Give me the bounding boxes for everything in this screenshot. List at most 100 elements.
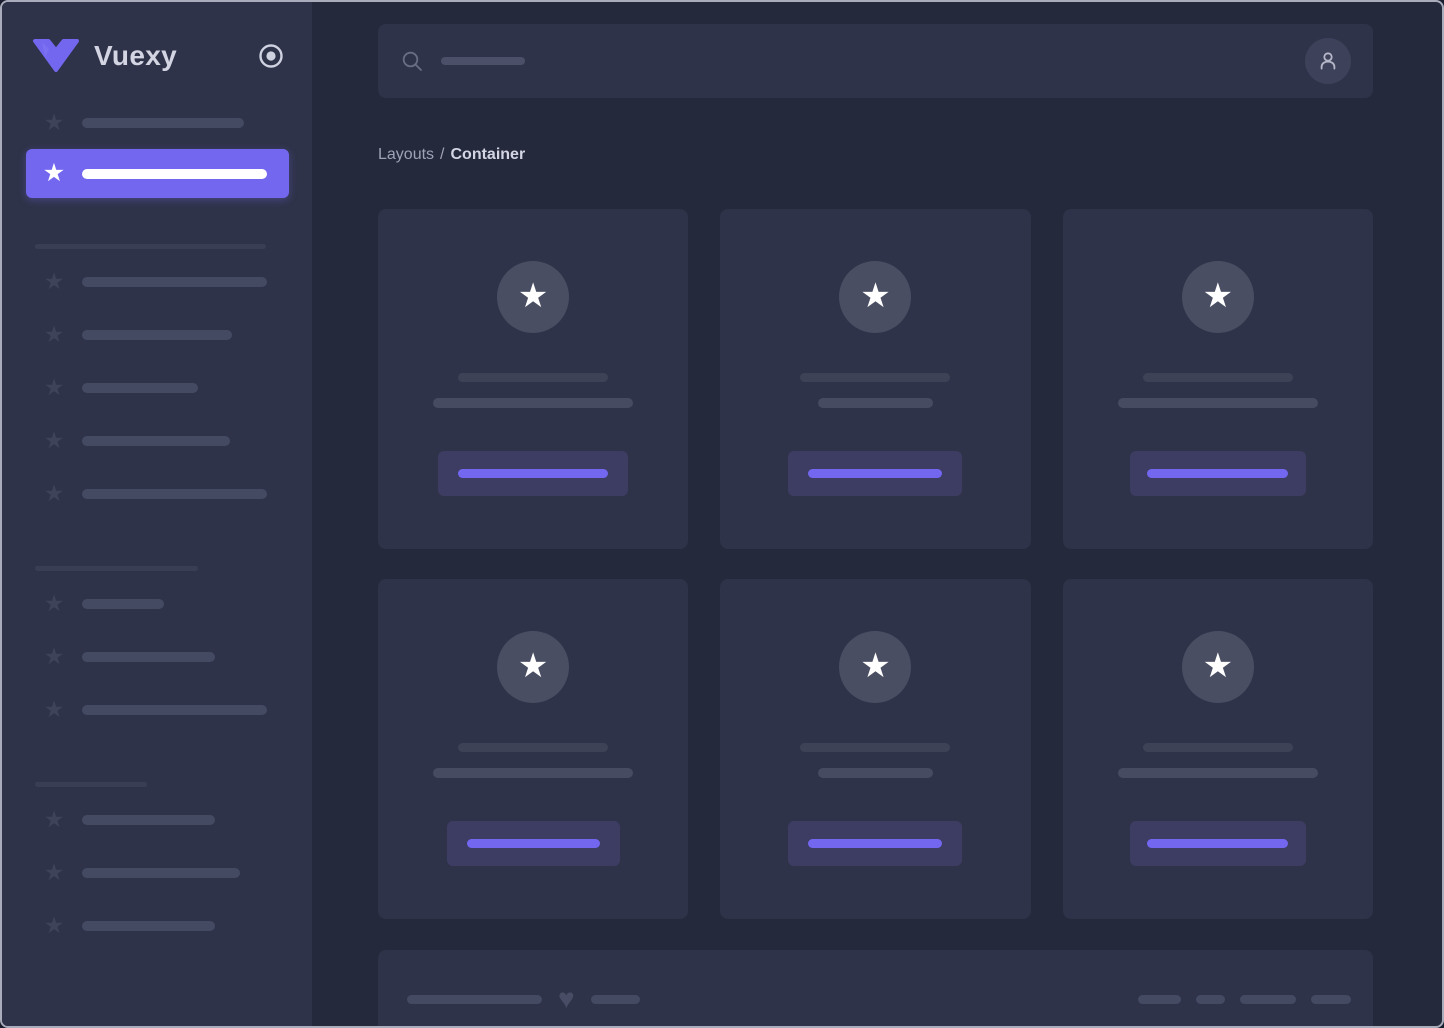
menu-item-bar: [82, 382, 198, 393]
sidebar-item[interactable]: ★: [26, 793, 289, 846]
card: ★: [378, 209, 689, 549]
sidebar-group: ★ ★ ★: [26, 566, 289, 736]
star-icon: ★: [43, 480, 65, 506]
card-button-placeholder[interactable]: [788, 821, 963, 866]
sidebar-item[interactable]: ★: [26, 846, 289, 899]
card-button-placeholder[interactable]: [788, 451, 963, 496]
sidebar-item[interactable]: ★: [26, 630, 289, 683]
star-icon: ★: [42, 159, 66, 187]
menu-item-bar: [82, 488, 267, 499]
footer-bar: [1311, 994, 1351, 1004]
breadcrumb: Layouts / Container: [378, 145, 1373, 165]
star-icon: ★: [43, 696, 65, 722]
user-avatar[interactable]: [1305, 38, 1351, 84]
menu-item-bar: [82, 435, 230, 446]
star-icon: ★: [43, 806, 65, 832]
card-line-1: [1142, 373, 1293, 382]
card-line-2: [433, 768, 634, 778]
menu-item-bar: [82, 814, 215, 825]
menu-item-bar: [82, 651, 215, 662]
sidebar-item-active[interactable]: ★: [26, 149, 289, 198]
sidebar-item[interactable]: ★: [26, 414, 289, 467]
logo[interactable]: Vuexy: [32, 38, 177, 73]
logo-icon: [33, 39, 79, 72]
sidebar-item[interactable]: ★: [26, 96, 289, 149]
card-avatar: ★: [839, 261, 912, 333]
sidebar: Vuexy ★ ★ ★ ★ ★ ★ ★ ★ ★ ★ ★ ★ ★: [2, 2, 312, 1026]
menu-pin-toggle[interactable]: [258, 43, 284, 69]
menu-item-bar: [82, 598, 164, 609]
footer-bar: [590, 994, 640, 1004]
card-button-placeholder[interactable]: [1129, 451, 1306, 496]
card-line-1: [800, 743, 951, 752]
footer-bar: [1240, 994, 1296, 1004]
sidebar-item[interactable]: ★: [26, 899, 289, 952]
star-icon: ★: [1202, 276, 1234, 315]
star-icon: ★: [43, 109, 65, 135]
footer-bar: [1138, 994, 1181, 1004]
footer-bar: [407, 994, 542, 1004]
button-label-bar: [808, 469, 943, 478]
search-input[interactable]: [401, 50, 1305, 73]
cards-grid: ★ ★ ★ ★ ★ ★: [378, 209, 1373, 919]
card-line-1: [800, 373, 951, 382]
card-line-1: [1142, 743, 1293, 752]
sidebar-header: Vuexy: [2, 2, 312, 73]
sidebar-group: ★ ★ ★: [26, 782, 289, 952]
button-label-bar: [1147, 469, 1289, 478]
sidebar-item[interactable]: ★: [26, 577, 289, 630]
sidebar-item[interactable]: ★: [26, 255, 289, 308]
button-label-bar: [1147, 839, 1289, 848]
heart-icon: ♥: [558, 983, 575, 1014]
star-icon: ★: [43, 268, 65, 294]
card-button-placeholder[interactable]: [446, 821, 620, 866]
card: ★: [720, 579, 1031, 919]
card-avatar: ★: [497, 261, 570, 333]
star-icon: ★: [43, 912, 65, 938]
star-icon: ★: [43, 427, 65, 453]
radio-circle-icon: [259, 43, 283, 68]
breadcrumb-current: Container: [450, 146, 526, 163]
card-line-2: [817, 768, 933, 778]
card-line-1: [458, 743, 609, 752]
section-header-bar: [35, 244, 266, 249]
star-icon: ★: [43, 374, 65, 400]
sidebar-item[interactable]: ★: [26, 467, 289, 520]
footer-row: ♥: [407, 985, 1351, 1013]
search-icon: [402, 51, 422, 71]
sidebar-item[interactable]: ★: [26, 308, 289, 361]
card-avatar: ★: [1181, 261, 1254, 333]
star-icon: ★: [43, 321, 65, 347]
menu-item-bar: [82, 704, 267, 715]
card-line-2: [433, 398, 634, 408]
top-navbar: [378, 24, 1373, 98]
breadcrumb-link[interactable]: Layouts: [378, 146, 434, 164]
card-button-placeholder[interactable]: [438, 451, 629, 496]
card: ★: [1062, 579, 1373, 919]
group-items: ★ ★ ★: [26, 577, 289, 736]
main-content: Layouts / Container ★ ★ ★ ★ ★ ★ ♥: [312, 2, 1442, 1026]
menu-item-bar: [82, 117, 244, 128]
card: ★: [378, 579, 689, 919]
sidebar-menu: ★ ★ ★ ★ ★ ★ ★ ★ ★ ★ ★ ★ ★: [2, 96, 312, 952]
menu-item-bar: [82, 329, 232, 340]
breadcrumb-separator: /: [440, 146, 445, 163]
card-line-2: [1117, 768, 1318, 778]
user-icon: [1320, 52, 1336, 70]
button-label-bar: [458, 469, 609, 478]
card-button-placeholder[interactable]: [1129, 821, 1306, 866]
sidebar-item[interactable]: ★: [26, 361, 289, 414]
button-label-bar: [466, 839, 600, 848]
section-header-bar: [35, 566, 198, 571]
group-items: ★ ★ ★ ★ ★: [26, 255, 289, 520]
star-icon: ★: [517, 276, 549, 315]
section-header-bar: [35, 782, 147, 787]
card-avatar: ★: [1181, 631, 1254, 703]
star-icon: ★: [860, 276, 891, 315]
sidebar-group: ★ ★ ★ ★ ★: [26, 244, 289, 520]
group-items: ★ ★ ★: [26, 793, 289, 952]
bottom-card: ♥: [378, 950, 1373, 1026]
sidebar-item[interactable]: ★: [26, 683, 289, 736]
button-label-bar: [808, 839, 943, 848]
menu-item-bar: [82, 867, 240, 878]
